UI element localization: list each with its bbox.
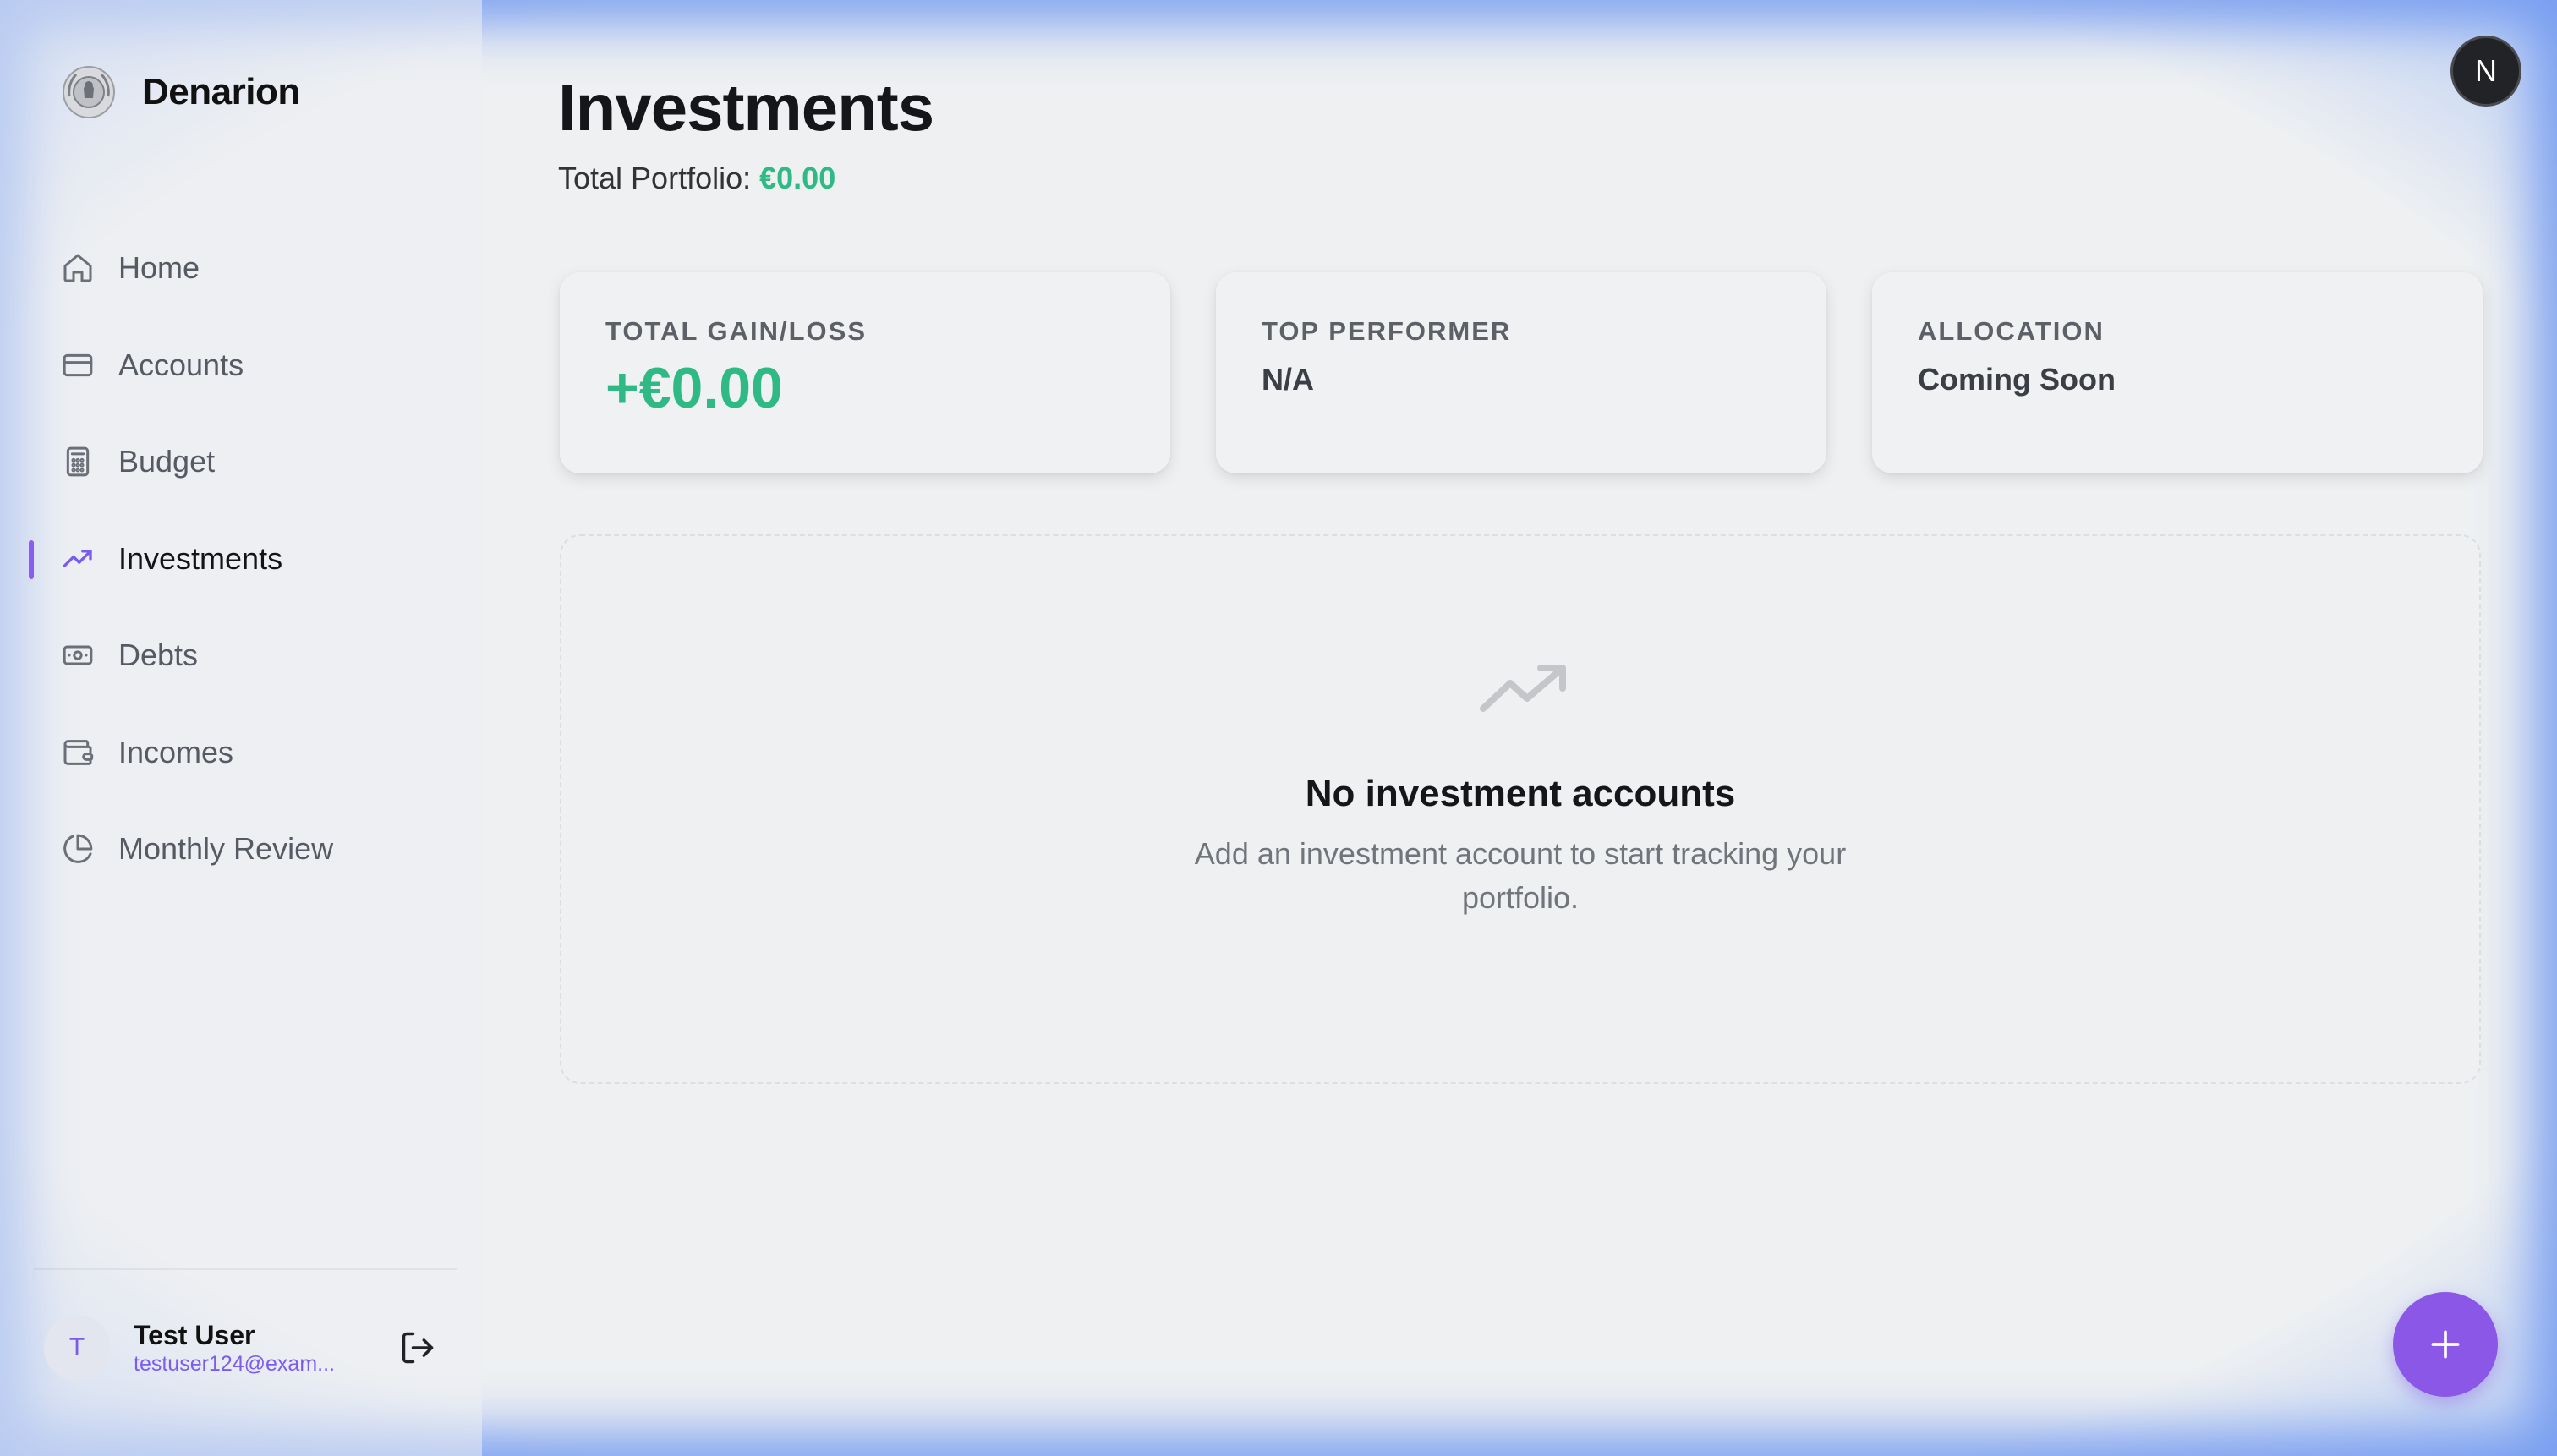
- user-email: testuser124@exam...: [134, 1352, 335, 1376]
- log-out-icon[interactable]: [399, 1329, 436, 1366]
- calculator-icon: [59, 443, 96, 480]
- allocation-card: ALLOCATION Coming Soon: [1872, 272, 2483, 473]
- sidebar-divider: [34, 1268, 457, 1270]
- empty-state-description: Add an investment account to start track…: [1194, 836, 1847, 915]
- sidebar: Denarion Home Accounts Budget Investment…: [0, 0, 482, 1456]
- sidebar-item-label: Accounts: [118, 347, 244, 382]
- brand[interactable]: Denarion: [59, 63, 300, 122]
- user-info: Test User testuser124@exam...: [134, 1319, 345, 1377]
- plus-icon: [2431, 1330, 2460, 1359]
- sidebar-item-label: Monthly Review: [118, 831, 334, 867]
- empty-state-panel: No investment accounts Add an investment…: [560, 534, 2481, 1084]
- card-value: N/A: [1262, 362, 1314, 397]
- sidebar-item-label: Budget: [118, 444, 216, 479]
- active-indicator: [29, 539, 34, 579]
- top-performer-card: TOP PERFORMER N/A: [1216, 272, 1826, 473]
- sidebar-item-incomes[interactable]: Incomes: [0, 704, 482, 802]
- card-label: ALLOCATION: [1918, 316, 2105, 346]
- sidebar-item-monthly-review[interactable]: Monthly Review: [0, 801, 482, 898]
- banknote-icon: [59, 637, 96, 674]
- sidebar-item-home[interactable]: Home: [0, 220, 482, 317]
- trending-up-icon: [1480, 665, 1566, 712]
- portfolio-label: Total Portfolio:: [558, 161, 752, 195]
- sidebar-item-debts[interactable]: Debts: [0, 607, 482, 704]
- total-gain-loss-card: TOTAL GAIN/LOSS +€0.00: [560, 272, 1170, 473]
- home-icon: [59, 249, 96, 287]
- sidebar-nav: Home Accounts Budget Investments Debts I…: [0, 220, 482, 898]
- portfolio-summary: Total Portfolio: €0.00: [558, 161, 835, 196]
- page-title: Investments: [558, 70, 934, 145]
- card-value: Coming Soon: [1918, 362, 2116, 397]
- corner-badge[interactable]: N: [2450, 36, 2521, 107]
- sidebar-item-investments[interactable]: Investments: [0, 511, 482, 608]
- user-profile: T Test User testuser124@exam...: [44, 1314, 441, 1382]
- wallet-icon: [59, 734, 96, 771]
- pie-chart-icon: [59, 830, 96, 868]
- trending-up-icon: [59, 540, 96, 577]
- sidebar-item-label: Debts: [118, 638, 199, 673]
- laurel-seal-icon: [63, 66, 115, 118]
- sidebar-item-label: Incomes: [118, 734, 234, 769]
- avatar[interactable]: T: [44, 1315, 110, 1381]
- sidebar-item-label: Home: [118, 250, 200, 286]
- user-name: Test User: [134, 1320, 255, 1350]
- portfolio-value: €0.00: [759, 161, 836, 195]
- app-name: Denarion: [142, 71, 300, 112]
- card-label: TOTAL GAIN/LOSS: [605, 316, 868, 346]
- sidebar-item-budget[interactable]: Budget: [0, 413, 482, 511]
- credit-card-icon: [59, 347, 96, 384]
- sidebar-item-accounts[interactable]: Accounts: [0, 317, 482, 414]
- empty-state-title: No investment accounts: [1305, 773, 1736, 814]
- add-investment-button[interactable]: [2393, 1292, 2498, 1397]
- card-label: TOP PERFORMER: [1262, 316, 1512, 346]
- card-value: +€0.00: [605, 356, 783, 420]
- sidebar-item-label: Investments: [118, 540, 283, 576]
